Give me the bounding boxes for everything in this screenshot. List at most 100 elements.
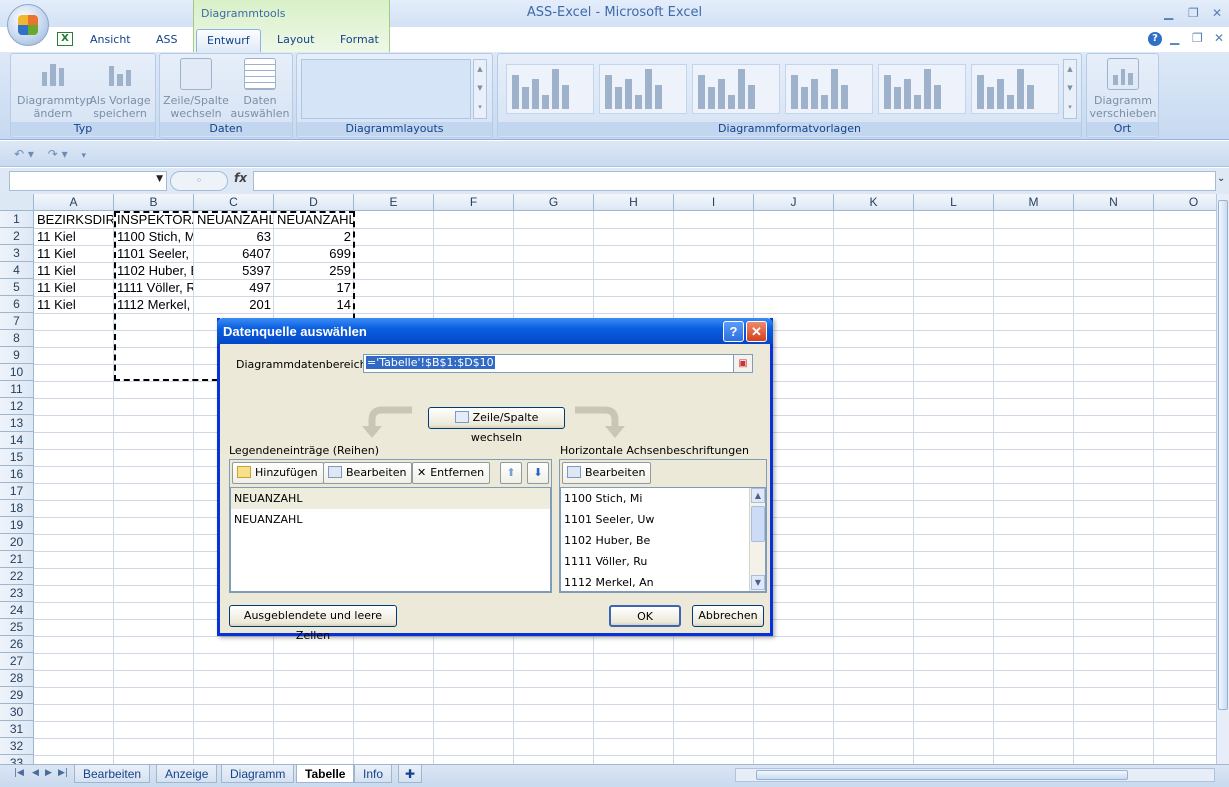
save-template-button[interactable]: Als Vorlage speichern xyxy=(89,58,151,120)
tab-ansicht[interactable]: Ansicht xyxy=(80,28,141,52)
row-header[interactable]: 29 xyxy=(0,687,34,704)
restore-icon[interactable]: ❐ xyxy=(1188,6,1199,20)
cell[interactable]: BEZIRKSDIR xyxy=(35,211,113,228)
column-header-m[interactable]: M xyxy=(994,194,1074,211)
column-header-l[interactable]: L xyxy=(914,194,994,211)
list-item[interactable]: 1111 Völler, Ru xyxy=(561,551,765,572)
edit-axis-button[interactable]: Bearbeiten xyxy=(562,462,652,484)
sheet-tab-info[interactable]: Info xyxy=(354,765,393,783)
vertical-scrollbar[interactable] xyxy=(1216,194,1229,764)
column-header-f[interactable]: F xyxy=(434,194,514,211)
row-header[interactable]: 30 xyxy=(0,704,34,721)
scroll-thumb[interactable] xyxy=(756,770,1128,780)
name-box[interactable]: ▼ xyxy=(9,171,167,191)
close-button[interactable]: ✕ xyxy=(746,321,767,342)
range-picker-icon[interactable]: ▣ xyxy=(733,354,753,373)
scroll-up-icon[interactable]: ▲ xyxy=(751,488,765,503)
prev-sheet-icon[interactable]: ◀ xyxy=(32,768,39,778)
add-series-button[interactable]: Hinzufügen xyxy=(232,462,324,484)
row-header[interactable]: 22 xyxy=(0,568,34,585)
chart-style-2[interactable] xyxy=(599,64,687,114)
chart-style-5[interactable] xyxy=(878,64,966,114)
remove-series-button[interactable]: ✕ Entfernen xyxy=(412,462,491,484)
row-header[interactable]: 15 xyxy=(0,449,34,466)
undo-icon[interactable]: ↶ ▾ xyxy=(14,147,34,161)
row-header[interactable]: 24 xyxy=(0,602,34,619)
ok-button[interactable]: OK xyxy=(609,605,681,627)
first-sheet-icon[interactable]: |◀ xyxy=(14,768,24,778)
row-header[interactable]: 13 xyxy=(0,415,34,432)
row-header[interactable]: 27 xyxy=(0,653,34,670)
layout-gallery-scroller[interactable]: ▲ ▼ ▾ xyxy=(473,59,487,119)
row-header[interactable]: 32 xyxy=(0,738,34,755)
row-header[interactable]: 26 xyxy=(0,636,34,653)
cell[interactable]: 11 Kiel xyxy=(35,228,113,245)
cancel-button[interactable]: Abbrechen xyxy=(692,605,764,627)
row-header[interactable]: 25 xyxy=(0,619,34,636)
row-header[interactable]: 14 xyxy=(0,432,34,449)
insert-sheet-icon[interactable]: ✚ xyxy=(398,765,423,783)
horizontal-scrollbar[interactable] xyxy=(735,768,1215,782)
last-sheet-icon[interactable]: ▶| xyxy=(58,768,68,778)
column-header-o[interactable]: O xyxy=(1154,194,1216,211)
chart-data-range-input[interactable]: ='Tabelle'!$B$1:$D$10 xyxy=(363,354,753,373)
move-down-icon[interactable]: ⬇ xyxy=(527,462,549,484)
list-item[interactable]: NEUANZAHL xyxy=(231,488,550,509)
tab-entwurf[interactable]: Entwurf xyxy=(196,29,261,52)
doc-restore-icon[interactable]: ❐ xyxy=(1192,31,1203,45)
change-chart-type-button[interactable]: Diagrammtyp ändern xyxy=(17,58,93,120)
row-header[interactable]: 23 xyxy=(0,585,34,602)
scroll-thumb[interactable] xyxy=(751,506,765,542)
layout-gallery[interactable] xyxy=(301,59,471,119)
list-item[interactable]: 1112 Merkel, An xyxy=(561,572,765,591)
chart-style-4[interactable] xyxy=(785,64,873,114)
row-header[interactable]: 28 xyxy=(0,670,34,687)
close-icon[interactable]: ✕ xyxy=(1212,6,1222,20)
edit-series-button[interactable]: Bearbeiten xyxy=(323,462,413,484)
list-item[interactable]: 1101 Seeler, Uw xyxy=(561,509,765,530)
row-header[interactable]: 20 xyxy=(0,534,34,551)
series-list[interactable]: NEUANZAHL NEUANZAHL xyxy=(230,487,551,592)
column-header-h[interactable]: H xyxy=(594,194,674,211)
column-header-k[interactable]: K xyxy=(834,194,914,211)
column-header-c[interactable]: C xyxy=(194,194,274,211)
row-header[interactable]: 33 xyxy=(0,755,34,764)
column-header-j[interactable]: J xyxy=(754,194,834,211)
move-chart-button[interactable]: Diagramm verschieben xyxy=(1089,58,1157,120)
help-button[interactable]: ? xyxy=(723,321,744,342)
column-header-d[interactable]: D xyxy=(274,194,354,211)
customize-qat-icon[interactable]: ▾ xyxy=(81,151,86,161)
sheet-tab-bearbeiten[interactable]: Bearbeiten xyxy=(74,765,151,783)
row-header[interactable]: 18 xyxy=(0,500,34,517)
chart-style-6[interactable] xyxy=(971,64,1059,114)
formula-input[interactable] xyxy=(253,171,1216,191)
formula-bar-grip[interactable]: ◦ xyxy=(170,171,228,191)
tab-layout[interactable]: Layout xyxy=(267,28,324,52)
doc-close-icon[interactable]: ✕ xyxy=(1214,31,1224,45)
next-sheet-icon[interactable]: ▶ xyxy=(45,768,52,778)
select-data-button[interactable]: Daten auswählen xyxy=(230,58,290,120)
style-gallery-scroller[interactable]: ▲ ▼ ▾ xyxy=(1063,59,1077,119)
switch-row-column-dialog-button[interactable]: Zeile/Spalte wechseln xyxy=(428,407,565,444)
column-header-i[interactable]: I xyxy=(674,194,754,211)
office-button[interactable] xyxy=(7,4,49,46)
switch-row-column-button[interactable]: Zeile/Spalte wechseln xyxy=(162,58,230,120)
sheet-tab-anzeige[interactable]: Anzeige xyxy=(156,765,218,783)
cell[interactable]: 11 Kiel xyxy=(35,262,113,279)
doc-minimize-icon[interactable]: ▁ xyxy=(1170,31,1179,45)
redo-icon[interactable]: ↷ ▾ xyxy=(48,147,68,161)
select-all-corner[interactable] xyxy=(0,194,34,211)
cell[interactable]: 11 Kiel xyxy=(35,279,113,296)
move-up-icon[interactable]: ⬆ xyxy=(500,462,522,484)
column-header-g[interactable]: G xyxy=(514,194,594,211)
column-header-n[interactable]: N xyxy=(1074,194,1154,211)
scroll-down-icon[interactable]: ▼ xyxy=(751,575,765,590)
list-item[interactable]: 1100 Stich, Mi xyxy=(561,488,765,509)
cell[interactable]: 11 Kiel xyxy=(35,296,113,313)
chart-style-3[interactable] xyxy=(692,64,780,114)
scroll-thumb[interactable] xyxy=(1218,200,1228,710)
column-header-b[interactable]: B xyxy=(114,194,194,211)
list-scrollbar[interactable]: ▲ ▼ xyxy=(749,488,765,591)
column-header-e[interactable]: E xyxy=(354,194,434,211)
tab-format[interactable]: Format xyxy=(330,28,389,52)
